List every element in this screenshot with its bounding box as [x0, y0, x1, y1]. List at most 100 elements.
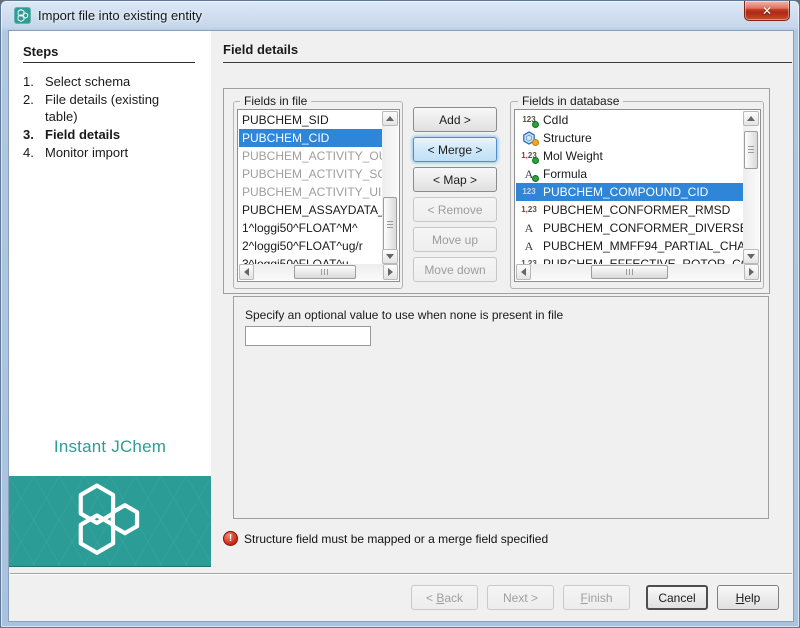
float-icon: 1,23 — [519, 257, 539, 264]
fields-in-db-rows: 123CdId Structure1,23Mol WeightAFormula1… — [516, 111, 743, 264]
right-arrow-icon — [749, 268, 754, 276]
green-badge — [532, 157, 539, 164]
steps-title: Steps — [23, 44, 58, 59]
step-number: 3. — [23, 126, 45, 143]
scrollbar-thumb[interactable] — [744, 131, 758, 169]
step-label: Monitor import — [45, 144, 187, 161]
step-label: File details (existing table) — [45, 91, 187, 125]
dialog-content: Steps 1.Select schema2.File details (exi… — [9, 31, 793, 621]
file-field-item[interactable]: PUBCHEM_CID — [239, 129, 382, 147]
file-field-item[interactable]: PUBCHEM_ACTIVITY_UI — [239, 183, 382, 201]
db-field-label: PUBCHEM_COMPOUND_CID — [543, 185, 708, 199]
db-field-label: Structure — [543, 131, 592, 145]
step-label: Field details — [45, 126, 187, 143]
step-item: 3.Field details — [23, 126, 203, 143]
add-button[interactable]: Add > — [413, 107, 497, 132]
db-field-item[interactable]: 123CdId — [516, 111, 743, 129]
integer-icon: 123 — [519, 113, 539, 127]
page-title-rule — [223, 62, 792, 63]
db-field-item[interactable]: 1,23 PUBCHEM_CONFORMER_RMSD — [516, 201, 743, 219]
scroll-left-button[interactable] — [516, 264, 531, 280]
down-arrow-icon — [386, 254, 394, 259]
fields-in-database-list[interactable]: 123CdId Structure1,23Mol WeightAFormula1… — [514, 109, 761, 282]
green-badge — [532, 175, 539, 182]
import-wizard-window: Import file into existing entity ✕ Steps… — [0, 0, 800, 628]
integer-icon: 123 — [519, 185, 539, 199]
scroll-left-button[interactable] — [239, 264, 254, 280]
scrollbar-thumb[interactable] — [294, 265, 356, 279]
merge-button[interactable]: < Merge > — [413, 137, 497, 162]
error-message: Structure field must be mapped or a merg… — [244, 532, 548, 546]
db-field-label: Formula — [543, 167, 587, 181]
float-icon: 1,23 — [519, 203, 539, 217]
scroll-down-button[interactable] — [382, 249, 398, 264]
horizontal-scrollbar[interactable] — [516, 264, 759, 280]
horizontal-scrollbar[interactable] — [239, 264, 398, 280]
close-button[interactable]: ✕ — [744, 1, 790, 21]
left-arrow-icon — [244, 268, 249, 276]
file-field-item[interactable]: 3^loggi50^FLOAT^u — [239, 255, 382, 264]
db-field-label: PUBCHEM_EFFECTIVE_ROTOR_CO — [543, 257, 743, 264]
db-field-item[interactable]: AFormula — [516, 165, 743, 183]
file-field-item[interactable]: PUBCHEM_ACTIVITY_SC — [239, 165, 382, 183]
vertical-scrollbar[interactable] — [743, 111, 759, 264]
fields-in-file-rows: PUBCHEM_SIDPUBCHEM_CIDPUBCHEM_ACTIVITY_O… — [239, 111, 382, 264]
db-field-label: PUBCHEM_MMFF94_PARTIAL_CHA — [543, 239, 743, 253]
file-field-item[interactable]: PUBCHEM_ASSAYDATA_ — [239, 201, 382, 219]
db-field-item[interactable]: 123 PUBCHEM_COMPOUND_CID — [516, 183, 743, 201]
db-field-item[interactable]: A PUBCHEM_CONFORMER_DIVERSEO — [516, 219, 743, 237]
db-field-item[interactable]: 1,23Mol Weight — [516, 147, 743, 165]
db-field-item[interactable]: Structure — [516, 129, 743, 147]
file-field-item[interactable]: PUBCHEM_SID — [239, 111, 382, 129]
step-item: 1.Select schema — [23, 73, 203, 90]
error-icon: ! — [223, 531, 238, 546]
scroll-right-button[interactable] — [744, 264, 759, 280]
step-number: 1. — [23, 73, 45, 90]
scroll-up-button[interactable] — [382, 111, 398, 126]
up-arrow-icon — [747, 116, 755, 121]
optional-value-label: Specify an optional value to use when no… — [245, 308, 563, 322]
left-arrow-icon — [521, 268, 526, 276]
finish-button: Finish — [563, 585, 630, 610]
cancel-button[interactable]: Cancel — [646, 585, 708, 610]
back-button: < Back — [411, 585, 478, 610]
scroll-up-button[interactable] — [743, 111, 759, 126]
step-number: 2. — [23, 91, 45, 125]
vertical-scrollbar[interactable] — [382, 111, 398, 264]
orange-badge — [532, 139, 539, 146]
footer-separator — [10, 573, 792, 575]
db-field-item[interactable]: 1,23 PUBCHEM_EFFECTIVE_ROTOR_CO — [516, 255, 743, 264]
green-badge — [532, 121, 539, 128]
scroll-down-button[interactable] — [743, 249, 759, 264]
db-field-item[interactable]: A PUBCHEM_MMFF94_PARTIAL_CHA — [516, 237, 743, 255]
structure-icon — [519, 131, 539, 145]
page-title: Field details — [223, 42, 298, 57]
float-icon: 1,23 — [519, 149, 539, 163]
steps-title-rule — [23, 62, 195, 63]
optional-value-input[interactable] — [245, 326, 371, 346]
file-field-item[interactable]: 2^loggi50^FLOAT^ug/r — [239, 237, 382, 255]
brand-banner — [9, 476, 211, 567]
db-field-label: PUBCHEM_CONFORMER_RMSD — [543, 203, 730, 217]
text-icon: A — [519, 221, 539, 235]
scroll-right-button[interactable] — [383, 264, 398, 280]
map-button[interactable]: < Map > — [413, 167, 497, 192]
file-field-item[interactable]: 1^loggi50^FLOAT^M^ — [239, 219, 382, 237]
move-up-button: Move up — [413, 227, 497, 252]
text-icon: A — [519, 239, 539, 253]
up-arrow-icon — [386, 116, 394, 121]
file-field-item[interactable]: PUBCHEM_ACTIVITY_OU — [239, 147, 382, 165]
fields-in-file-list[interactable]: PUBCHEM_SIDPUBCHEM_CIDPUBCHEM_ACTIVITY_O… — [237, 109, 400, 282]
steps-list: 1.Select schema2.File details (existing … — [23, 73, 203, 162]
fields-in-file-label: Fields in file — [240, 94, 311, 108]
scrollbar-thumb[interactable] — [591, 265, 668, 279]
step-number: 4. — [23, 144, 45, 161]
right-arrow-icon — [388, 268, 393, 276]
db-field-label: PUBCHEM_CONFORMER_DIVERSEO — [543, 221, 743, 235]
app-logo-icon — [14, 7, 31, 24]
scrollbar-thumb[interactable] — [383, 197, 397, 252]
window-title: Import file into existing entity — [38, 8, 202, 23]
help-button[interactable]: Help — [717, 585, 779, 610]
move-down-button: Move down — [413, 257, 497, 282]
optional-value-panel: Specify an optional value to use when no… — [233, 296, 769, 519]
